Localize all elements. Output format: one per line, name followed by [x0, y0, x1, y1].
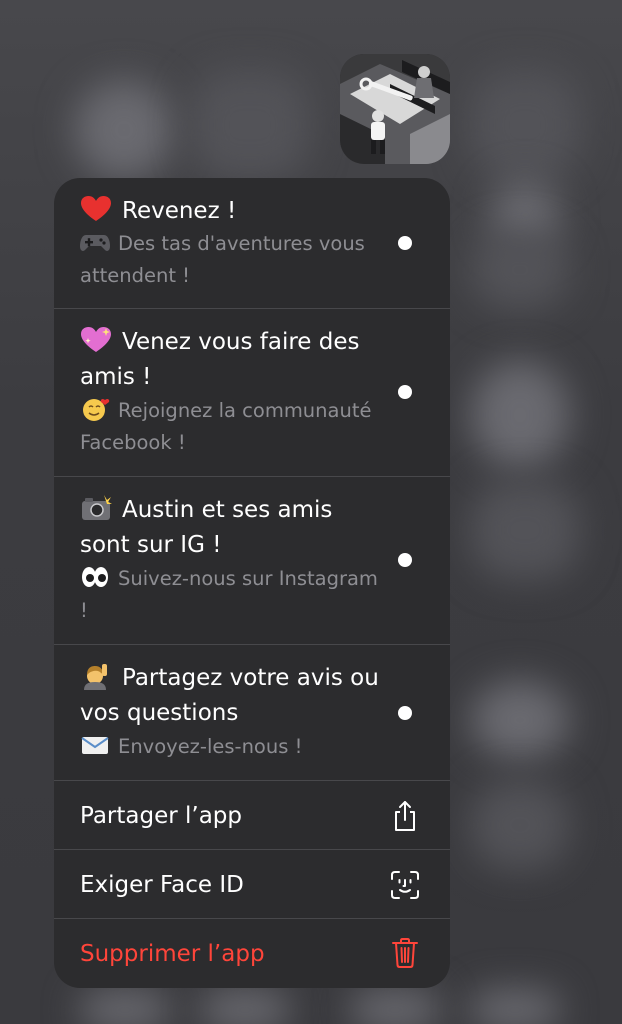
quick-action-title-text: Revenez !: [122, 198, 237, 224]
delete-app-button[interactable]: Supprimer l’app: [54, 919, 450, 988]
quick-action-subtitle: Suivez-nous sur Instagram !: [80, 563, 380, 627]
background-app-blur: [470, 360, 570, 470]
quick-action-subtitle-text: Rejoignez la communauté Facebook !: [80, 399, 372, 454]
background-app-blur: [470, 680, 570, 760]
sparkling-heart-icon: [81, 327, 111, 352]
background-app-blur: [470, 780, 570, 870]
quick-action-subtitle-text: Envoyez-les-nous !: [118, 735, 303, 758]
require-face-id-button[interactable]: Exiger Face ID: [54, 850, 450, 919]
quick-action-title-text: Venez vous faire des amis !: [80, 329, 360, 390]
quick-action-title: Revenez !: [80, 194, 380, 229]
quick-action-title: Austin et ses amis sont sur IG !: [80, 493, 380, 563]
background-app-blur: [470, 230, 570, 310]
background-app-blur: [190, 70, 310, 180]
delete-app-label: Supprimer l’app: [80, 941, 265, 967]
quick-action-subtitle-text: Des tas d'aventures vous attendent !: [80, 232, 365, 287]
quick-action-subtitle: Envoyez-les-nous !: [80, 731, 380, 763]
smiling-face-with-hearts-icon: [83, 398, 110, 421]
game-artwork-icon: [340, 54, 450, 164]
camera-with-flash-icon: [82, 495, 112, 520]
app-icon[interactable]: [340, 54, 450, 164]
unread-dot: [398, 553, 412, 567]
share-app-button[interactable]: Partager l’app: [54, 781, 450, 850]
quick-action-subtitle: Des tas d'aventures vous attendent !: [80, 228, 380, 292]
red-heart-icon: [81, 196, 111, 221]
share-icon: [395, 801, 415, 831]
quick-action-title: Venez vous faire des amis !: [80, 325, 380, 395]
share-app-label: Partager l’app: [80, 803, 243, 829]
require-face-id-label: Exiger Face ID: [80, 872, 244, 898]
home-screen-background: Revenez ! Des tas d'aventures vous atten…: [0, 0, 622, 1024]
envelope-icon: [81, 737, 109, 754]
context-menu: Revenez ! Des tas d'aventures vous atten…: [54, 178, 450, 988]
background-app-blur: [74, 80, 174, 180]
quick-action-instagram[interactable]: Austin et ses amis sont sur IG ! Suivez-…: [54, 477, 450, 645]
game-controller-icon: [80, 235, 110, 251]
background-app-blur: [80, 990, 170, 1024]
quick-action-title-text: Austin et ses amis sont sur IG !: [80, 497, 333, 558]
unread-dot: [398, 385, 412, 399]
trash-icon: [392, 938, 418, 968]
quick-action-feedback[interactable]: Partagez votre avis ou vos questions Env…: [54, 645, 450, 781]
background-app-blur: [470, 480, 580, 580]
background-app-blur: [470, 990, 560, 1024]
background-app-blur: [470, 70, 580, 180]
quick-action-title: Partagez votre avis ou vos questions: [80, 661, 380, 731]
quick-action-revenez[interactable]: Revenez ! Des tas d'aventures vous atten…: [54, 178, 450, 309]
quick-action-subtitle-text: Suivez-nous sur Instagram !: [80, 567, 378, 622]
unread-dot: [398, 236, 412, 250]
face-id-icon: [391, 871, 419, 899]
person-raising-hand-icon: [84, 664, 107, 690]
eyes-icon: [82, 567, 108, 587]
background-app-blur: [350, 990, 440, 1024]
background-app-blur: [200, 990, 290, 1024]
quick-action-venez-faire-des-amis[interactable]: Venez vous faire des amis ! Rejoignez la…: [54, 309, 450, 477]
quick-action-subtitle: Rejoignez la communauté Facebook !: [80, 395, 380, 459]
quick-action-title-text: Partagez votre avis ou vos questions: [80, 665, 379, 726]
unread-dot: [398, 706, 412, 720]
